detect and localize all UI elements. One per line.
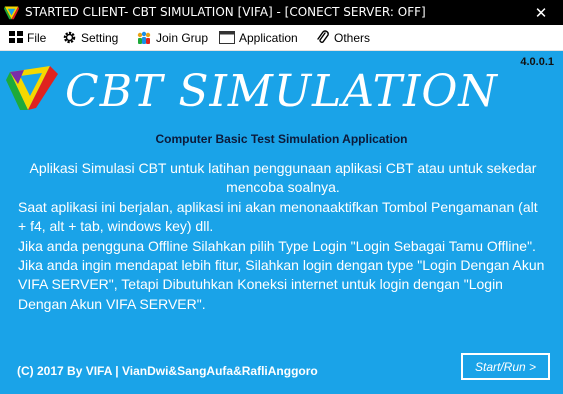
menu-application-label: Application: [239, 30, 298, 45]
app-window-icon: [219, 31, 235, 44]
description-paragraph-3: Jika anda pengguna Offline Silahkan pili…: [18, 237, 545, 312]
start-run-label: Start/Run >: [474, 359, 537, 374]
window-title: STARTED CLIENT- CBT SIMULATION [VIFA] - …: [25, 5, 426, 19]
menu-file-label: File: [27, 30, 47, 45]
menu-setting[interactable]: Setting: [62, 25, 118, 50]
menu-application[interactable]: Application: [219, 25, 298, 50]
title-bar[interactable]: STARTED CLIENT- CBT SIMULATION [VIFA] - …: [0, 0, 563, 25]
menu-setting-label: Setting: [81, 30, 119, 45]
copyright-footer: (C) 2017 By VIFA | VianDwi&SangAufa&Rafl…: [17, 364, 318, 378]
main-window: STARTED CLIENT- CBT SIMULATION [VIFA] - …: [0, 0, 563, 394]
start-run-button[interactable]: Start/Run >: [461, 353, 550, 380]
description: Aplikasi Simulasi CBT untuk latihan peng…: [18, 159, 548, 314]
menu-file[interactable]: File: [9, 25, 46, 50]
close-button[interactable]: ✕: [519, 0, 563, 25]
users-icon: [137, 31, 151, 44]
close-icon: ✕: [534, 3, 548, 22]
grid-icon: [9, 31, 23, 43]
app-subtitle: Computer Basic Test Simulation Applicati…: [155, 132, 408, 146]
description-paragraph-2: Saat aplikasi ini berjalan, aplikasi ini…: [18, 198, 538, 235]
menu-others-label: Others: [334, 30, 371, 45]
menu-join-grup[interactable]: Join Grup: [136, 25, 208, 50]
menu-bar: File Setting Join Grup Application Other…: [0, 25, 563, 51]
app-logo-icon: [4, 6, 19, 20]
gear-icon: [63, 31, 76, 44]
menu-join-grup-label: Join Grup: [156, 30, 209, 45]
description-paragraph-1: Aplikasi Simulasi CBT untuk latihan peng…: [29, 160, 537, 196]
paperclip-icon: [317, 30, 329, 43]
app-title: CBT SIMULATION: [65, 66, 498, 117]
menu-others[interactable]: Others: [316, 25, 370, 50]
